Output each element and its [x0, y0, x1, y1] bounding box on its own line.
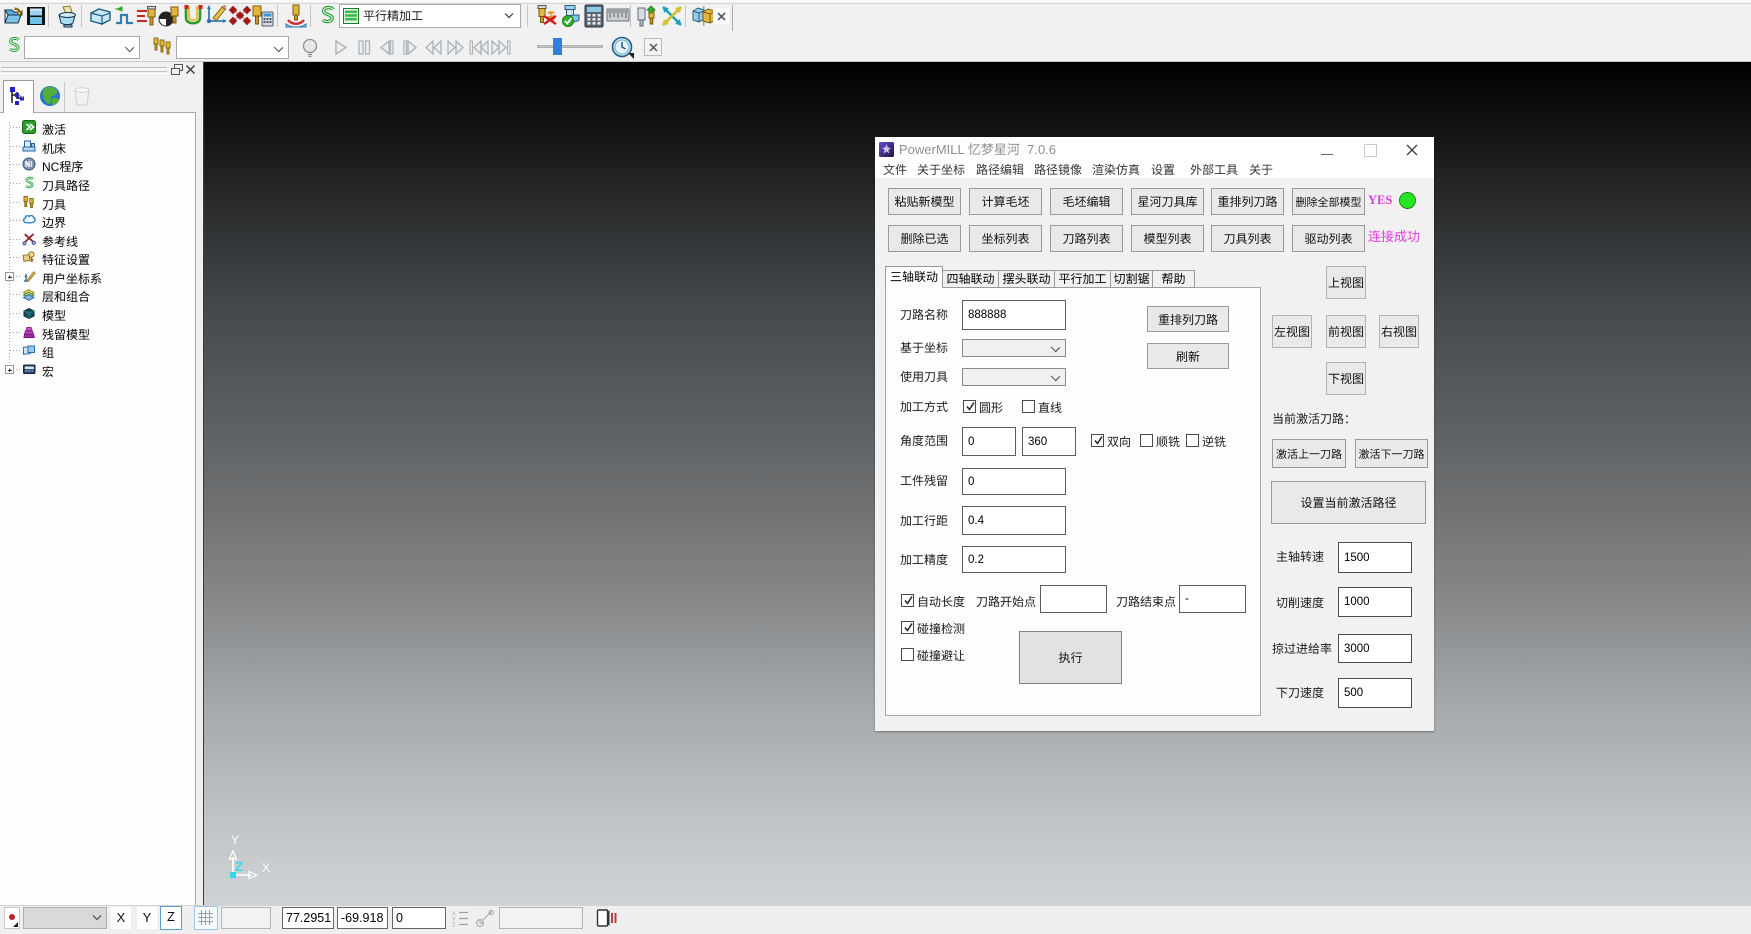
- svg-text:Z: Z: [235, 859, 243, 874]
- svg-text:X: X: [262, 861, 270, 875]
- svg-text:Y: Y: [231, 833, 239, 847]
- svg-text:Z: Z: [452, 923, 456, 928]
